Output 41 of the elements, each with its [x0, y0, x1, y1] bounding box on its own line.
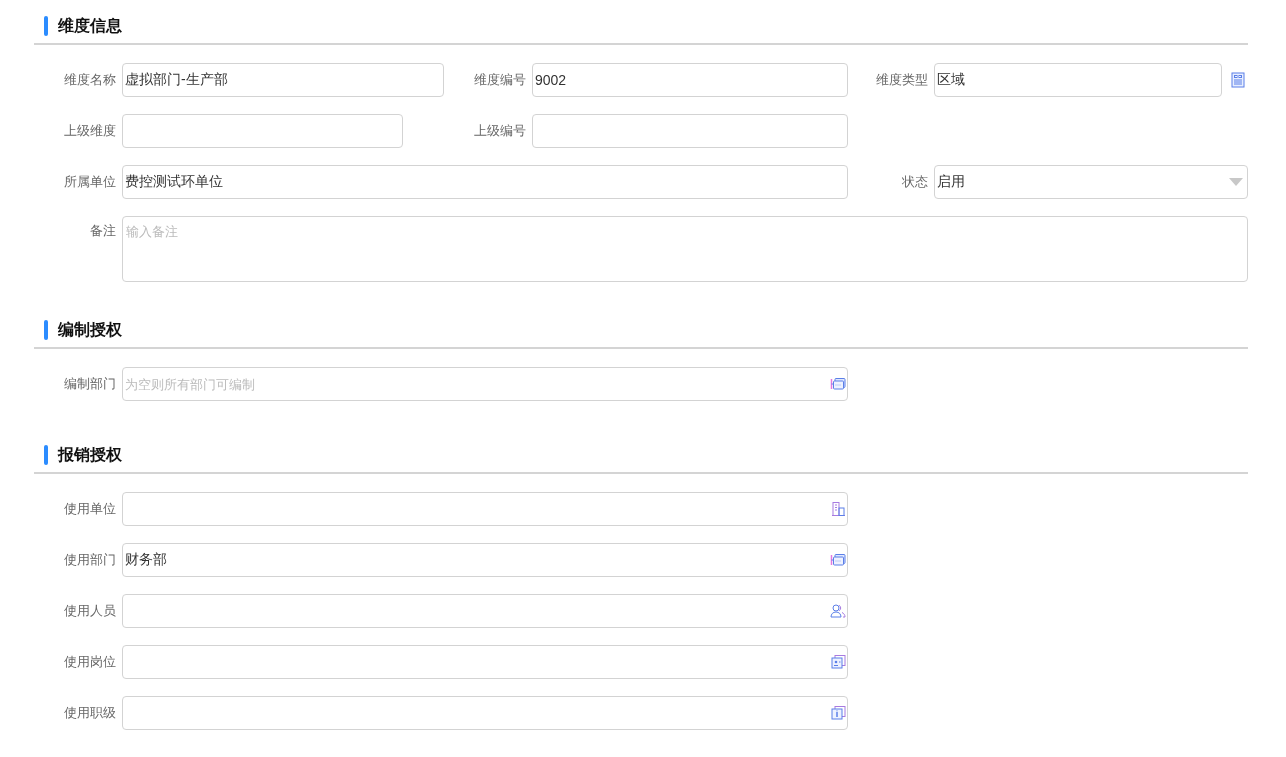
accent-bar [44, 16, 48, 36]
status-dropdown[interactable]: 启用 [934, 165, 1248, 199]
field-label: 维度编号 [473, 71, 527, 89]
input-field[interactable] [122, 492, 848, 526]
field-label: 编制部门 [63, 375, 117, 393]
field-label: 使用岗位 [63, 653, 117, 671]
accent-bar [44, 445, 48, 465]
section-title: 维度信息 [58, 15, 122, 36]
folder-icon[interactable] [830, 376, 846, 392]
field-label: 所属单位 [63, 173, 117, 191]
section-title: 报销授权 [58, 444, 122, 465]
folder-icon[interactable] [830, 552, 846, 568]
info-card-icon[interactable] [830, 705, 846, 721]
users-icon[interactable] [830, 603, 846, 619]
building-icon[interactable] [830, 501, 846, 517]
input-field[interactable]: 9002 [532, 63, 848, 97]
input-field[interactable]: 区域 [934, 63, 1222, 97]
id-card-icon[interactable] [830, 654, 846, 670]
field-label: 维度名称 [63, 71, 117, 89]
field-label: 使用部门 [63, 551, 117, 569]
input-field[interactable]: 财务部 [122, 543, 848, 577]
input-field[interactable]: 为空则所有部门可编制 [122, 367, 848, 401]
field-label: 状态 [901, 173, 929, 191]
remarks-field[interactable]: 输入备注 [122, 216, 1248, 282]
input-field[interactable]: 虚拟部门-生产部 [122, 63, 444, 97]
field-label: 备注 [89, 222, 117, 240]
input-field[interactable]: 费控测试环单位 [122, 165, 848, 199]
field-label: 上级编号 [473, 122, 527, 140]
field-label: 使用单位 [63, 500, 117, 518]
input-field[interactable] [122, 114, 403, 148]
field-label: 上级维度 [63, 122, 117, 140]
field-label: 维度类型 [875, 71, 929, 89]
accent-bar [44, 320, 48, 340]
field-label: 使用人员 [63, 602, 117, 620]
input-field[interactable] [122, 645, 848, 679]
input-field[interactable] [122, 696, 848, 730]
section-title: 编制授权 [58, 319, 122, 340]
input-field[interactable] [122, 594, 848, 628]
field-label: 使用职级 [63, 704, 117, 722]
list-icon[interactable] [1230, 72, 1246, 88]
input-field[interactable] [532, 114, 848, 148]
